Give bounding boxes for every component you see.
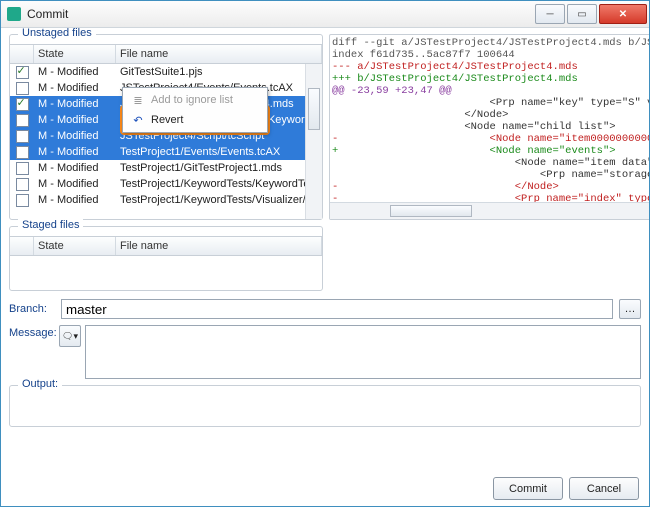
table-row[interactable]: M - ModifiedTestProject1/GitTestProject1…: [10, 160, 322, 176]
cancel-button[interactable]: Cancel: [569, 477, 639, 500]
message-row: Message: 🗨▾: [9, 325, 641, 379]
table-row[interactable]: M - ModifiedGitTestSuite1.pjs: [10, 64, 322, 80]
ctx-revert[interactable]: ↶ Revert: [125, 110, 265, 130]
row-state: M - Modified: [34, 82, 116, 94]
diff-line: diff --git a/JSTestProject4/JSTestProjec…: [332, 37, 649, 49]
row-state: M - Modified: [34, 114, 116, 126]
row-filename: GitTestSuite1.pjs: [116, 66, 322, 78]
row-checkbox[interactable]: [16, 82, 29, 95]
col-filename[interactable]: File name: [116, 45, 322, 63]
cancel-button-label: Cancel: [587, 483, 621, 495]
commit-button[interactable]: Commit: [493, 477, 563, 500]
maximize-button[interactable]: ▭: [567, 4, 597, 24]
diff-line: - <Node name="item0000000000">: [332, 133, 649, 145]
diff-line: <Prp name="key" type="S" value="{B504E: [332, 97, 649, 109]
message-history-icon: 🗨▾: [62, 331, 78, 342]
context-menu: ≣ Add to ignore list ↶ Revert: [122, 87, 268, 133]
output-group: Output:: [9, 385, 641, 427]
commit-button-label: Commit: [509, 483, 547, 495]
staged-header: State File name: [10, 236, 322, 256]
diff-line: --- a/JSTestProject4/JSTestProject4.mds: [332, 61, 649, 73]
row-checkbox[interactable]: [16, 98, 29, 111]
row-filename: TestProject1/KeywordTests/Visualizer/Tes…: [116, 194, 322, 206]
diff-line: - <Prp name="index" type="I" valu: [332, 193, 649, 202]
ctx-add-to-ignore[interactable]: ≣ Add to ignore list: [125, 90, 265, 110]
row-state: M - Modified: [34, 66, 116, 78]
undo-icon: ↶: [131, 114, 145, 127]
table-row[interactable]: M - ModifiedTestProject1/KeywordTests/Vi…: [10, 192, 322, 208]
unstaged-header: State File name: [10, 44, 322, 64]
row-filename: TestProject1/KeywordTests/KeywordTests.t…: [116, 178, 322, 190]
diff-body[interactable]: diff --git a/JSTestProject4/JSTestProjec…: [330, 35, 649, 202]
staged-files-group: Staged files State File name: [9, 226, 323, 291]
col-state[interactable]: State: [34, 237, 116, 255]
col-filename[interactable]: File name: [116, 237, 322, 255]
col-check[interactable]: [10, 237, 34, 255]
commit-dialog: Commit ─ ▭ ✕ Unstaged files State File n…: [0, 0, 650, 507]
row-checkbox[interactable]: [16, 130, 29, 143]
titlebar[interactable]: Commit ─ ▭ ✕: [1, 1, 649, 28]
table-row[interactable]: M - ModifiedTestProject1/Events/Events.t…: [10, 144, 322, 160]
output-legend: Output:: [18, 378, 62, 390]
staged-list[interactable]: [10, 256, 322, 290]
unstaged-legend: Unstaged files: [18, 28, 96, 39]
branch-browse-button[interactable]: …: [619, 299, 641, 319]
row-state: M - Modified: [34, 194, 116, 206]
diff-line: <Node name="child list">: [332, 121, 649, 133]
branch-input[interactable]: [61, 299, 613, 319]
unstaged-scrollbar[interactable]: [305, 64, 322, 219]
diff-line: @@ -23,59 +23,47 @@: [332, 85, 649, 97]
row-state: M - Modified: [34, 146, 116, 158]
close-button[interactable]: ✕: [599, 4, 647, 24]
row-state: M - Modified: [34, 162, 116, 174]
unstaged-list[interactable]: M - ModifiedGitTestSuite1.pjsM - Modifie…: [10, 64, 322, 219]
ctx-revert-label: Revert: [151, 114, 183, 126]
row-checkbox[interactable]: [16, 162, 29, 175]
diff-line: - </Node>: [332, 181, 649, 193]
row-checkbox[interactable]: [16, 114, 29, 127]
app-icon: [7, 7, 21, 21]
col-state[interactable]: State: [34, 45, 116, 63]
message-textarea[interactable]: [85, 325, 641, 379]
window-title: Commit: [27, 7, 533, 21]
diff-line: + <Node name="events">: [332, 145, 649, 157]
row-checkbox[interactable]: [16, 194, 29, 207]
row-filename: TestProject1/GitTestProject1.mds: [116, 162, 322, 174]
diff-line: <Prp name="storage" type="S": [332, 169, 649, 181]
staged-legend: Staged files: [18, 219, 83, 231]
minimize-button[interactable]: ─: [535, 4, 565, 24]
row-state: M - Modified: [34, 98, 116, 110]
ctx-add-to-ignore-label: Add to ignore list: [151, 94, 233, 106]
table-row[interactable]: M - ModifiedTestProject1/KeywordTests/Ke…: [10, 176, 322, 192]
diff-pane: diff --git a/JSTestProject4/JSTestProjec…: [329, 34, 649, 220]
diff-line: index f61d735..5ac87f7 100644: [332, 49, 649, 61]
diff-line: </Node>: [332, 109, 649, 121]
row-checkbox[interactable]: [16, 178, 29, 191]
output-body[interactable]: [14, 390, 636, 420]
diff-line: <Node name="item data">: [332, 157, 649, 169]
row-filename: TestProject1/Events/Events.tcAX: [116, 146, 322, 158]
diff-h-scrollbar[interactable]: [330, 202, 649, 219]
row-checkbox[interactable]: [16, 146, 29, 159]
row-checkbox[interactable]: [16, 66, 29, 79]
branch-label: Branch:: [9, 303, 55, 315]
message-history-button[interactable]: 🗨▾: [59, 325, 81, 347]
row-state: M - Modified: [34, 130, 116, 142]
row-state: M - Modified: [34, 178, 116, 190]
list-icon: ≣: [131, 94, 145, 107]
diff-line: +++ b/JSTestProject4/JSTestProject4.mds: [332, 73, 649, 85]
col-check[interactable]: [10, 45, 34, 63]
unstaged-files-group: Unstaged files State File name M - Modif…: [9, 34, 323, 220]
dialog-buttons: Commit Cancel: [1, 473, 649, 506]
branch-row: Branch: …: [9, 299, 641, 319]
message-label: Message:: [9, 325, 55, 379]
